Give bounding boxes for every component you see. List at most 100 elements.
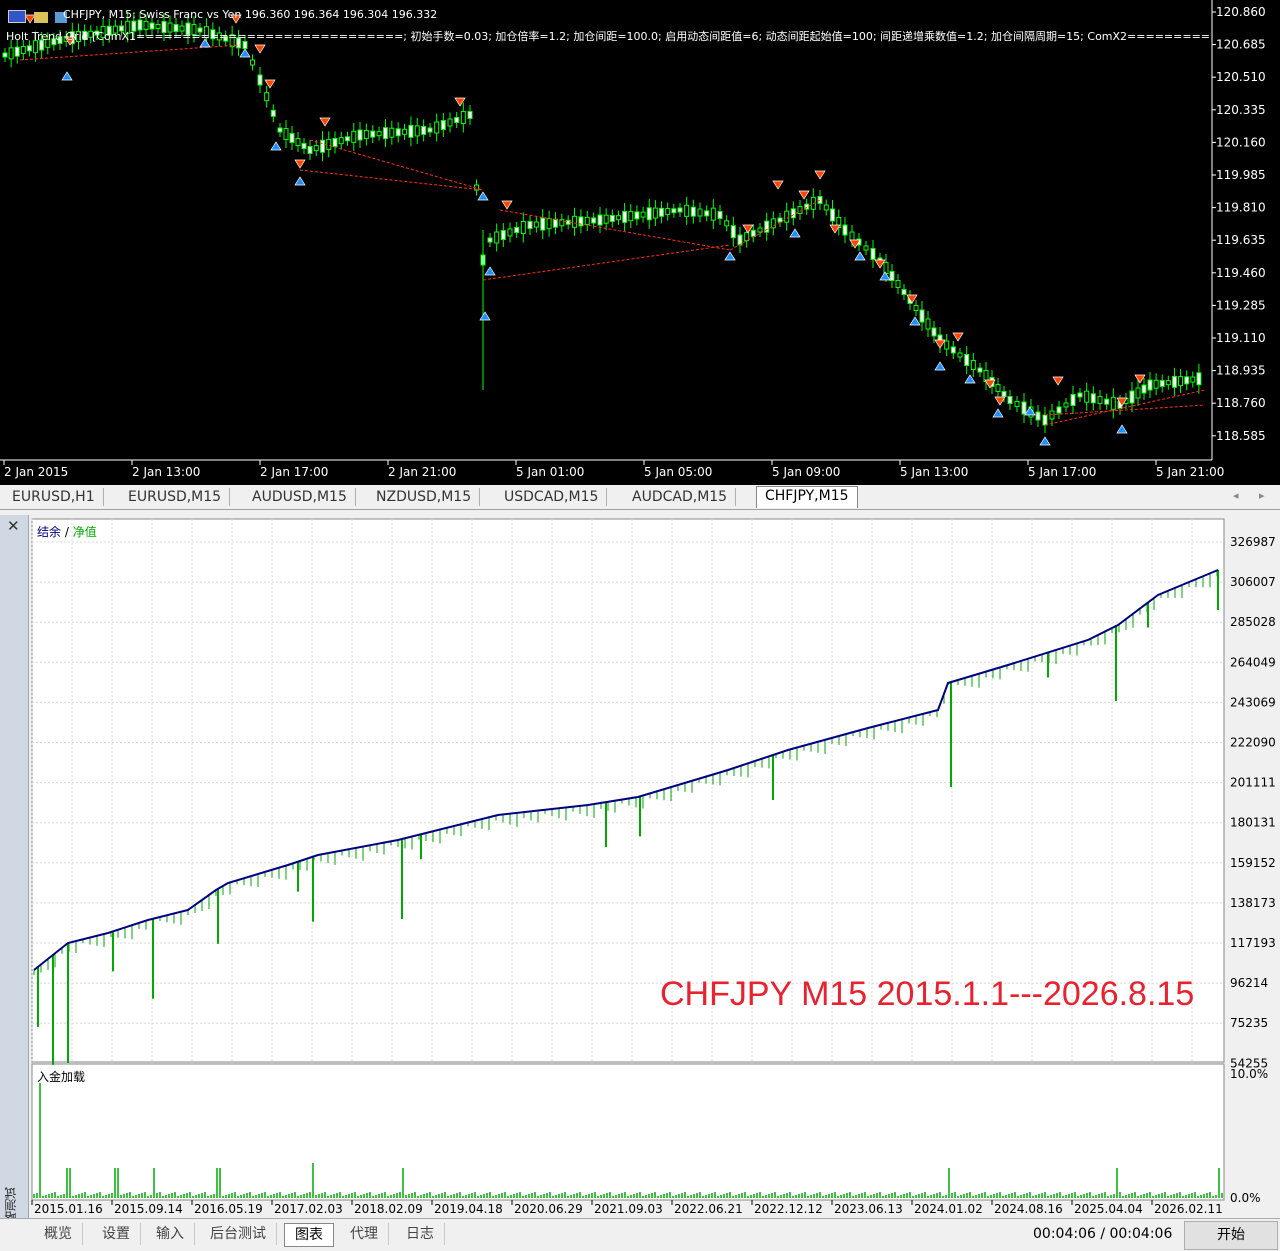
legend-equity: 净值 [72, 525, 97, 539]
equity-x-label: 2024.01.02 [914, 1202, 983, 1216]
candle-body [609, 214, 615, 222]
price-axis-label: 120.860 [1216, 5, 1266, 19]
bottom-tab[interactable]: 概览 [34, 1223, 83, 1245]
symbol-tab[interactable]: EURUSD,H1 [4, 488, 104, 506]
candle-body [704, 210, 710, 217]
candle-body [283, 128, 289, 140]
bottom-tab[interactable]: 设置 [92, 1223, 141, 1245]
symbol-tab[interactable]: CHFJPY,M15 [756, 486, 858, 508]
start-button[interactable]: 开始 [1184, 1221, 1278, 1250]
flag-icon [8, 10, 26, 23]
candle-body [326, 138, 332, 150]
candle-body [977, 367, 983, 373]
candle-body [389, 127, 395, 138]
candle-body [584, 216, 590, 225]
candle-body [995, 384, 1001, 392]
candle-body [307, 146, 313, 154]
sell-arrow-icon [772, 180, 784, 190]
candle-body [370, 130, 376, 138]
trade-line [1044, 404, 1206, 416]
deposit-plot-area [31, 1063, 1225, 1201]
candle-body [710, 207, 716, 221]
expert-parameters-line: Holt Trend Grid [ComX1==================… [6, 30, 1211, 43]
candle-body [257, 74, 263, 86]
candle-body [1090, 393, 1096, 404]
trade-line [309, 139, 484, 191]
symbol-tab[interactable]: NZDUSD,M15 [368, 488, 481, 506]
bottom-tab[interactable]: 图表 [284, 1223, 334, 1247]
candle-body [1190, 376, 1196, 383]
bottom-tab[interactable]: 代理 [340, 1223, 389, 1245]
symbol-tab[interactable]: AUDCAD,M15 [624, 488, 737, 506]
bottom-tab[interactable]: 输入 [146, 1223, 195, 1245]
candle-body [1063, 402, 1069, 408]
candle-body [320, 139, 325, 153]
candle-body [842, 224, 848, 236]
price-axis-label: 119.635 [1216, 233, 1266, 247]
candle-body [615, 215, 621, 221]
bottom-tab[interactable]: 后台测试 [200, 1223, 277, 1245]
symbol-tab[interactable]: AUDUSD,M15 [244, 488, 356, 506]
buy-arrow-icon [934, 361, 946, 371]
candle-body [1021, 401, 1027, 415]
candle-body [1165, 380, 1171, 386]
price-axis-label: 119.285 [1216, 298, 1266, 312]
candle-body [646, 207, 652, 221]
time-axis-label: 5 Jan 01:00 [516, 465, 584, 479]
sell-arrow-icon [934, 339, 946, 349]
candle-body [26, 45, 32, 52]
time-axis-label: 5 Jan 05:00 [644, 465, 712, 479]
candle-body [540, 217, 546, 231]
candle-body [402, 128, 408, 135]
expert-icon[interactable] [34, 12, 49, 23]
equity-x-label: 2020.06.29 [514, 1202, 583, 1216]
candle-body [264, 92, 270, 102]
candle-body [1035, 411, 1041, 421]
candle-body [849, 231, 855, 241]
candle-body [454, 117, 460, 123]
candle-body [376, 131, 382, 137]
candle-body [870, 248, 876, 260]
buy-arrow-icon [1039, 436, 1051, 446]
sell-arrow-icon [814, 170, 826, 180]
candle-body [1153, 379, 1159, 389]
candle-body [533, 221, 539, 228]
candle-body [313, 145, 319, 152]
deposit-axis-label: 10.0% [1230, 1067, 1268, 1081]
price-chart-canvas[interactable]: 120.860 120.685 120.510 120.335 120.160 119.9… [0, 0, 1280, 485]
candle-body [925, 318, 931, 330]
candle-body [1007, 396, 1013, 404]
equity-x-label: 2015.09.14 [114, 1202, 183, 1216]
candle-body [622, 210, 628, 223]
candle-body [634, 211, 640, 220]
price-chart[interactable]: 120.860 120.685 120.510 120.335 120.160 119.9… [0, 0, 1280, 485]
sell-arrow-icon [798, 190, 810, 200]
trade-lines [19, 44, 1206, 426]
price-axis-label: 119.110 [1216, 331, 1266, 345]
candle-body [1077, 392, 1083, 398]
candle-body [737, 234, 743, 246]
symbol-tab[interactable]: EURUSD,M15 [120, 488, 231, 506]
candle-body [597, 214, 603, 226]
symbol-tab[interactable]: USDCAD,M15 [496, 488, 608, 506]
bottom-tab[interactable]: 日志 [396, 1223, 445, 1245]
equity-chart[interactable]: 326987 306007 285028 264049 243069 222090 2011… [28, 515, 1280, 1218]
candle-body [1178, 376, 1184, 387]
candle-body [895, 280, 901, 288]
legend-separator: / [61, 525, 73, 539]
scroll-right-icon[interactable]: ▸ [1259, 489, 1265, 502]
close-icon[interactable]: ✕ [7, 517, 20, 535]
sell-arrow-icon [294, 159, 306, 169]
deposit-axis-label: 0.0% [1230, 1191, 1261, 1205]
candle-body [421, 125, 427, 135]
candle-body [351, 130, 357, 143]
candle-body [757, 227, 763, 233]
candle-body [830, 208, 835, 222]
equity-y-label: 180131 [1230, 816, 1276, 830]
candle-body [338, 137, 344, 145]
candle-body [919, 309, 925, 323]
candle-body [684, 204, 690, 217]
scroll-left-icon[interactable]: ◂ [1233, 489, 1239, 502]
price-axis-label: 120.685 [1216, 38, 1266, 52]
candle-body [414, 125, 420, 137]
